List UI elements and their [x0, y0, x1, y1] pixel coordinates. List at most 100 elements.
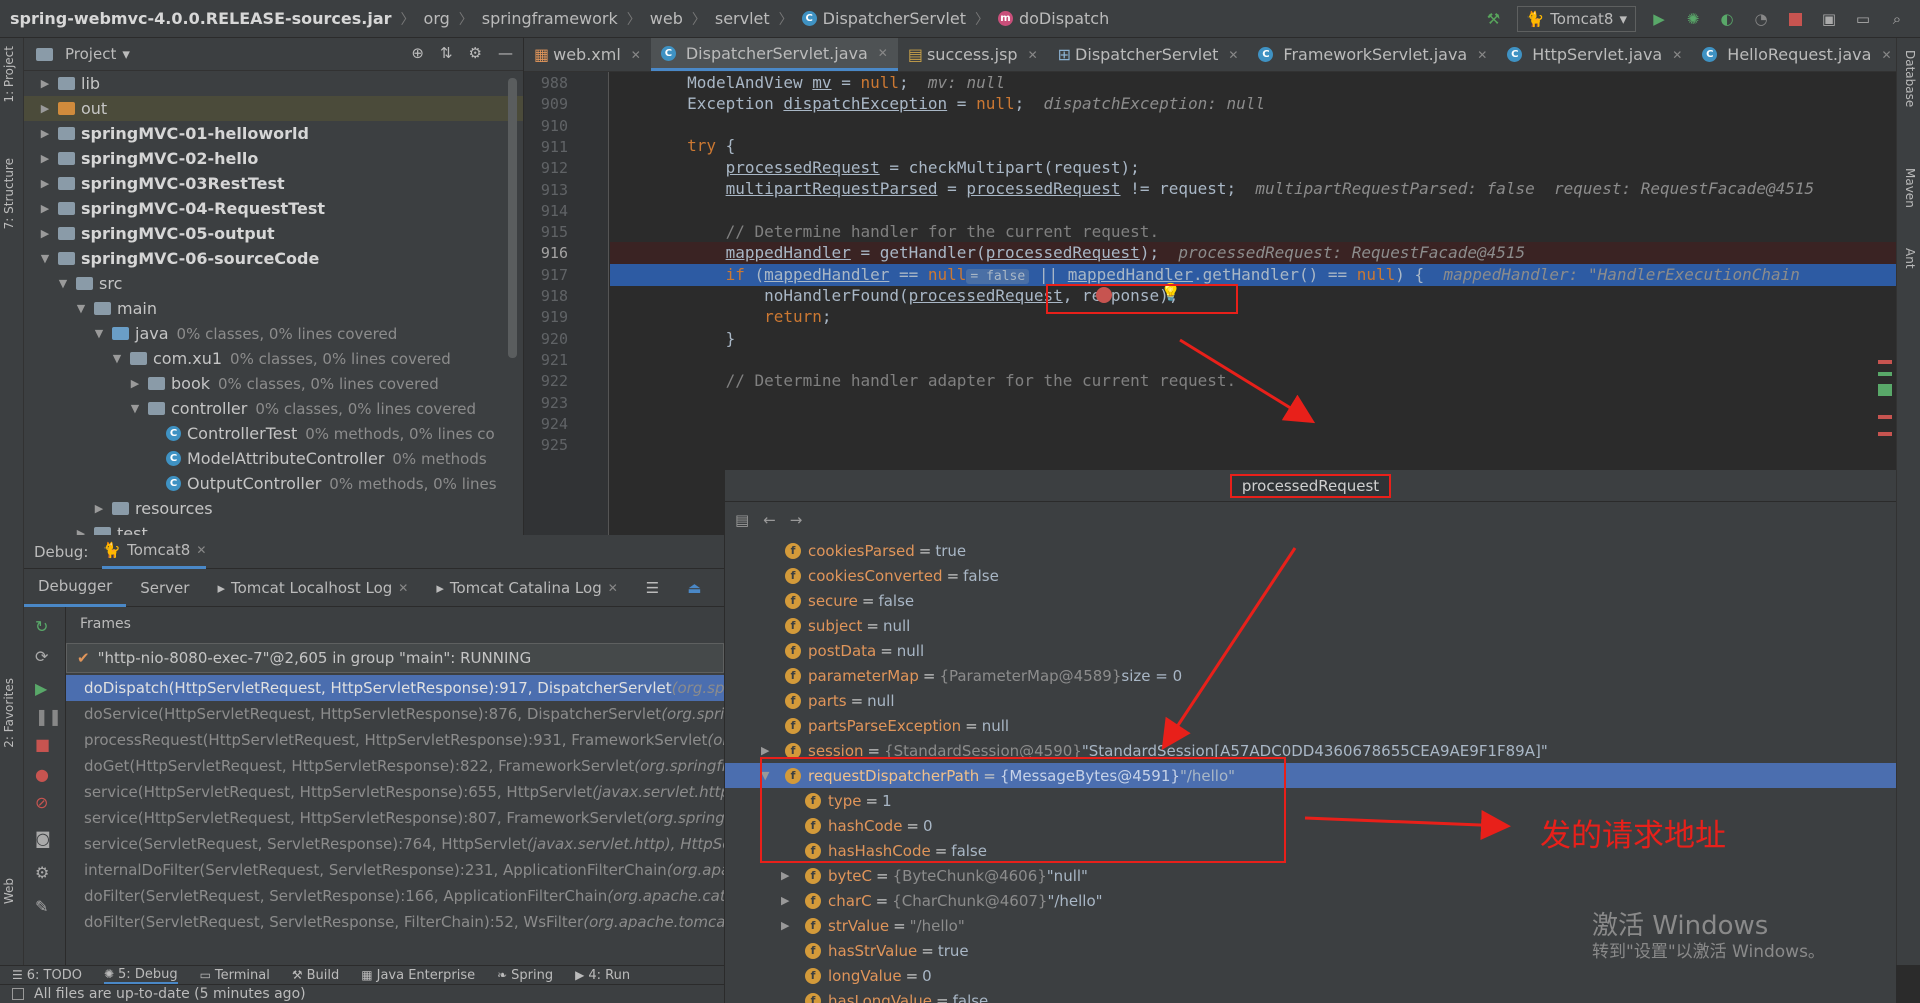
back-arrow-icon[interactable]: ← [763, 511, 776, 529]
database-tool-tab[interactable]: Database [1903, 50, 1917, 107]
breadcrumb-item[interactable]: servlet [715, 9, 770, 28]
stack-frame[interactable]: service(HttpServletRequest, HttpServletR… [66, 779, 724, 805]
close-icon[interactable]: ✕ [1477, 48, 1487, 62]
close-icon[interactable]: ✕ [196, 543, 206, 557]
tree-item[interactable]: ▶ springMVC-03RestTest [24, 171, 523, 196]
code-line[interactable] [610, 199, 1896, 221]
pause-icon[interactable]: ❚❚ [35, 707, 62, 726]
variable-row[interactable]: f hasLongValue = false [725, 988, 1896, 1003]
editor-tab[interactable]: ▤ success.jsp ✕ [898, 38, 1048, 71]
resume-icon[interactable]: ▶ [35, 679, 47, 698]
menu-icon[interactable]: ☰ [632, 569, 673, 607]
close-icon[interactable]: ✕ [398, 581, 408, 595]
code-line[interactable]: // Determine handler adapter for the cur… [610, 370, 1896, 392]
chevron-right-icon[interactable]: ▶ [128, 377, 142, 390]
layout-icon[interactable]: ⏏ [673, 569, 715, 607]
pin-icon[interactable]: ✎ [35, 897, 48, 916]
variable-row[interactable]: f parts = null [725, 688, 1896, 713]
camera-icon[interactable]: ◙ [35, 829, 51, 848]
variable-row[interactable]: f subject = null [725, 613, 1896, 638]
code-line[interactable]: processedRequest = checkMultipart(reques… [610, 157, 1896, 179]
breadcrumb-item[interactable]: org [424, 9, 450, 28]
editor-tab[interactable]: ▦ web.xml ✕ [524, 38, 651, 71]
chevron-right-icon[interactable]: ▶ [38, 202, 52, 215]
editor-tab[interactable]: C HttpServlet.java ✕ [1497, 38, 1692, 71]
chevron-right-icon[interactable]: ▶ [74, 527, 88, 535]
code-line[interactable]: mappedHandler = getHandler(processedRequ… [610, 242, 1896, 264]
debug-tab[interactable]: ▸ Tomcat Catalina Log ✕ [422, 569, 631, 607]
close-icon[interactable]: ✕ [1672, 48, 1682, 62]
variable-row[interactable]: f parameterMap = {ParameterMap@4589} size =… [725, 663, 1896, 688]
code-line[interactable]: if (mappedHandler == null = false || mapp… [610, 264, 1896, 286]
tree-item[interactable]: ▶ out [24, 96, 523, 121]
tree-item[interactable]: ▶ book 0% classes, 0% lines covered [24, 371, 523, 396]
stack-frame[interactable]: doDispatch(HttpServletRequest, HttpServl… [66, 675, 724, 701]
debug-tab[interactable]: Server [126, 569, 203, 607]
close-icon[interactable]: ✕ [1028, 48, 1038, 62]
stack-frame[interactable]: internalDoFilter(ServletRequest, Servlet… [66, 857, 724, 883]
stack-frame[interactable]: service(HttpServletRequest, HttpServletR… [66, 805, 724, 831]
variable-row[interactable]: f secure = false [725, 588, 1896, 613]
stack-frame[interactable]: doFilter(ServletRequest, ServletResponse… [66, 883, 724, 909]
chevron-down-icon[interactable]: ▼ [74, 302, 88, 315]
chevron-right-icon[interactable]: ▶ [761, 744, 769, 757]
close-icon[interactable]: ✕ [1228, 48, 1238, 62]
bottom-tool-tab[interactable]: ❧ Spring [497, 968, 553, 983]
breadcrumb-item[interactable]: spring-webmvc-4.0.0.RELEASE-sources.jar [10, 9, 392, 28]
search-everywhere-icon[interactable]: ⌕ [1886, 8, 1908, 30]
tree-item[interactable]: ▼ controller 0% classes, 0% lines covered [24, 396, 523, 421]
chevron-down-icon[interactable]: ▼ [38, 252, 52, 265]
layout-icon[interactable]: ▤ [735, 511, 749, 529]
variable-row[interactable]: f partsParseException = null [725, 713, 1896, 738]
project-structure-icon[interactable]: ▣ [1818, 8, 1840, 30]
thread-selector[interactable]: ✔ "http-nio-8080-exec-7"@2,605 in group … [66, 643, 724, 673]
breadcrumb-item[interactable]: web [650, 9, 683, 28]
stack-frame[interactable]: service(ServletRequest, ServletResponse)… [66, 831, 724, 857]
close-icon[interactable]: ✕ [631, 48, 641, 62]
bottom-tool-tab[interactable]: ▶ 4: Run [575, 968, 630, 983]
tree-item[interactable]: ▼ springMVC-06-sourceCode [24, 246, 523, 271]
close-icon[interactable]: ✕ [1881, 48, 1891, 62]
minimize-icon[interactable]: — [498, 44, 513, 62]
run-config-selector[interactable]: 🐈 Tomcat8 ▾ [1516, 6, 1636, 32]
stop-icon[interactable]: ■ [35, 735, 50, 754]
mute-breakpoints-icon[interactable]: ⊘ [35, 793, 48, 812]
code-line[interactable]: noHandlerFound(processedRequest, respons… [610, 285, 1896, 307]
tree-item[interactable]: ▼ java 0% classes, 0% lines covered [24, 321, 523, 346]
variable-row[interactable]: f postData = null [725, 638, 1896, 663]
stack-frame[interactable]: doService(HttpServletRequest, HttpServle… [66, 701, 724, 727]
chevron-right-icon[interactable]: ▶ [781, 919, 789, 932]
maven-tool-tab[interactable]: Maven [1903, 168, 1917, 208]
debug-session-tab[interactable]: 🐈 Tomcat8 ✕ [102, 535, 207, 569]
debug-icon[interactable]: ✺ [1682, 8, 1704, 30]
tree-item[interactable]: ▶ lib [24, 71, 523, 96]
run-icon[interactable]: ▶ [1648, 8, 1670, 30]
stack-frame[interactable]: processRequest(HttpServletRequest, HttpS… [66, 727, 724, 753]
close-icon[interactable]: ✕ [878, 46, 888, 60]
bottom-tool-tab[interactable]: ▦ Java Enterprise [361, 968, 475, 983]
favorites-tool-tab[interactable]: 2: Favorites [2, 678, 16, 748]
variable-row[interactable]: f cookiesParsed = true [725, 538, 1896, 563]
debug-tab[interactable]: Debugger [24, 569, 127, 607]
breadcrumb-item[interactable]: springframework [482, 9, 618, 28]
chevron-right-icon[interactable]: ▶ [781, 869, 789, 882]
variable-row[interactable]: f longValue = 0 [725, 963, 1896, 988]
chevron-down-icon[interactable]: ▼ [92, 327, 106, 340]
close-icon[interactable]: ✕ [608, 581, 618, 595]
code-line[interactable] [610, 114, 1896, 136]
rerun-icon[interactable]: ↻ [35, 617, 48, 636]
stop-icon[interactable] [1784, 8, 1806, 30]
chevron-right-icon[interactable]: ▶ [38, 77, 52, 90]
editor-tab[interactable]: C FrameworkServlet.java ✕ [1248, 38, 1497, 71]
breadcrumb-item[interactable]: m doDispatch [997, 9, 1109, 28]
variable-row[interactable]: f cookiesConverted = false [725, 563, 1896, 588]
bottom-tool-tab[interactable]: ⚒ Build [292, 968, 339, 983]
chevron-right-icon[interactable]: ▶ [38, 102, 52, 115]
editor-tab[interactable]: ⊞ DispatcherServlet ✕ [1048, 38, 1249, 71]
chevron-right-icon[interactable]: ▶ [38, 152, 52, 165]
tree-item[interactable]: ▶ resources [24, 496, 523, 521]
editor-tab[interactable]: C HelloRequest.java ✕ [1692, 38, 1896, 71]
web-tool-tab[interactable]: Web [2, 878, 16, 904]
structure-tool-tab[interactable]: 7: Structure [2, 158, 16, 229]
breadcrumb-item[interactable]: C DispatcherServlet [801, 9, 966, 28]
